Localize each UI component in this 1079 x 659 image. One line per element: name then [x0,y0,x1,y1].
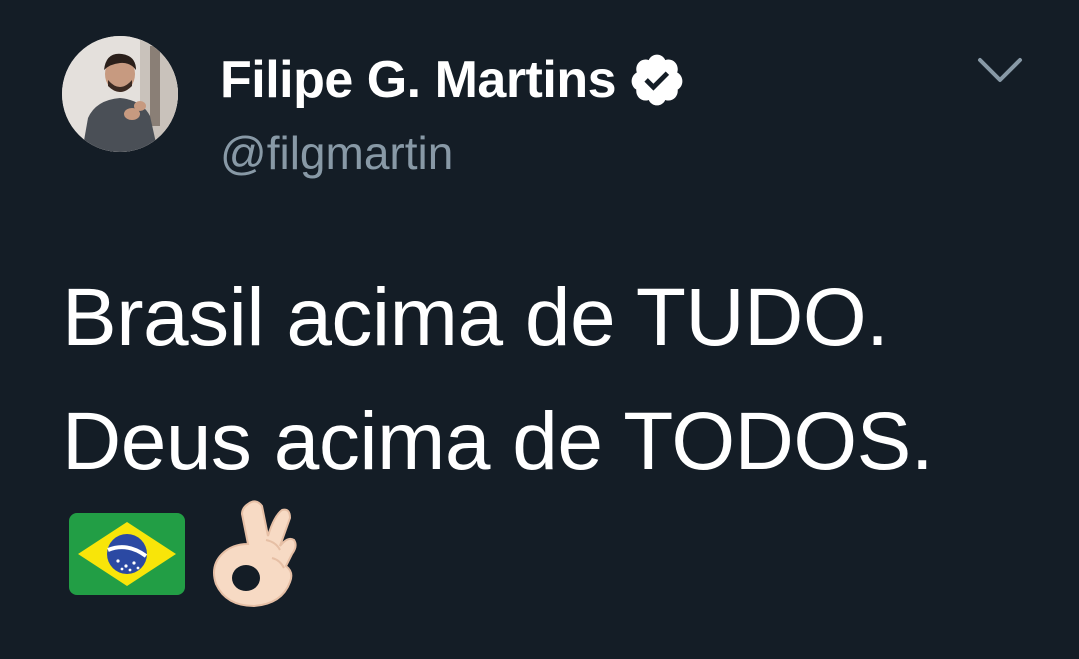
author-display-name[interactable]: Filipe G. Martins [220,54,617,106]
chevron-down-icon[interactable] [974,52,1026,88]
tweet-card: Filipe G. Martins @filgmartin Brasil aci… [0,0,1079,659]
tweet-text: Brasil acima de TUDO. Deus acima de TODO… [62,256,1062,504]
brazil-flag-emoji [68,512,186,596]
verified-badge-icon [628,51,686,109]
author-name-row[interactable]: Filipe G. Martins [220,44,686,116]
avatar-photo [62,36,178,152]
avatar[interactable] [62,36,178,152]
emoji-row [68,496,300,612]
tweet-text-line: Brasil acima de TUDO. [62,272,889,363]
author-handle[interactable]: @filgmartin [220,128,453,179]
tweet-text-line: Deus acima de TODOS. [62,396,934,487]
ok-hand-emoji [208,496,300,612]
